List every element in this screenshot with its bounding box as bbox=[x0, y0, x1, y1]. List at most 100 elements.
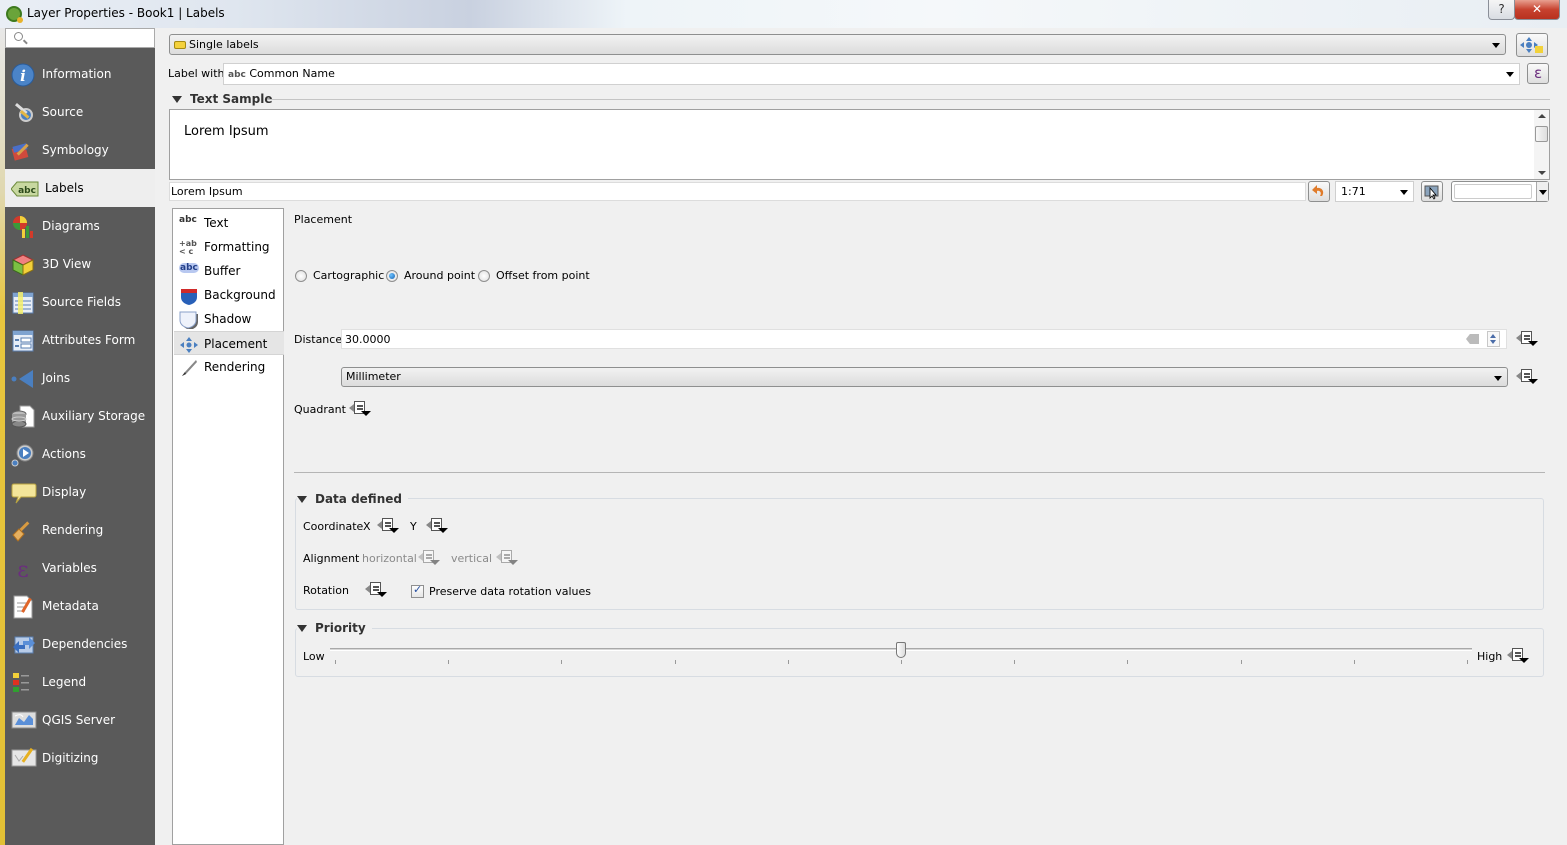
spin-down-icon[interactable] bbox=[1490, 340, 1496, 344]
diagrams-icon bbox=[11, 215, 35, 238]
sidebar-item-joins[interactable]: Joins bbox=[5, 359, 155, 397]
priority-header[interactable]: Priority bbox=[297, 621, 372, 635]
scroll-down-icon[interactable] bbox=[1538, 171, 1546, 175]
vertical-data-defined-button[interactable] bbox=[496, 549, 520, 567]
sidebar-item-metadata[interactable]: Metadata bbox=[5, 587, 155, 625]
divider bbox=[267, 99, 1550, 100]
3d-view-icon bbox=[11, 253, 35, 276]
sidebar-item-labels[interactable]: abc Labels bbox=[5, 169, 155, 207]
sidebar-item-display[interactable]: Display bbox=[5, 473, 155, 511]
placement-mode-radio-around-point[interactable] bbox=[386, 270, 398, 282]
sidebar-item-qgis-server[interactable]: QGIS Server bbox=[5, 701, 155, 739]
tab-placement[interactable]: Placement bbox=[174, 331, 284, 355]
coordinate-x-data-defined-button[interactable] bbox=[377, 517, 401, 535]
sidebar-item-digitizing[interactable]: Digitizing bbox=[5, 739, 155, 777]
sidebar: i Information Source Symbology abc Labels Diag… bbox=[5, 28, 155, 845]
reset-sample-button[interactable] bbox=[1308, 181, 1330, 202]
distance-input[interactable]: 30.0000 bbox=[341, 329, 1507, 349]
buffer-icon: abc bbox=[179, 263, 199, 273]
unit-data-defined-button[interactable] bbox=[1516, 368, 1540, 386]
sidebar-search-input[interactable] bbox=[5, 28, 155, 48]
scroll-up-icon[interactable] bbox=[1538, 114, 1546, 118]
quadrant-data-defined-button[interactable] bbox=[349, 400, 373, 418]
distance-unit-select[interactable]: Millimeter bbox=[341, 367, 1508, 387]
sidebar-item-dependencies[interactable]: Dependencies bbox=[5, 625, 155, 663]
preview-scrollbar[interactable] bbox=[1534, 110, 1549, 179]
coordinate-y-label: Y bbox=[410, 520, 417, 533]
label-with-field-select[interactable]: abc Common Name bbox=[223, 63, 1520, 85]
tab-background[interactable]: Background bbox=[174, 283, 284, 307]
sidebar-item-label: Rendering bbox=[42, 523, 104, 537]
sidebar-item-symbology[interactable]: Symbology bbox=[5, 131, 155, 169]
qgis-logo-icon bbox=[6, 6, 23, 23]
coordinate-y-data-defined-button[interactable] bbox=[426, 517, 450, 535]
color-dropdown-button[interactable] bbox=[1536, 182, 1548, 201]
sidebar-item-auxiliary-storage[interactable]: Auxiliary Storage bbox=[5, 397, 155, 435]
tab-shadow[interactable]: Shadow bbox=[174, 307, 284, 331]
help-button[interactable]: ? bbox=[1488, 0, 1515, 20]
tab-buffer[interactable]: abc Buffer bbox=[174, 259, 284, 283]
sidebar-item-rendering[interactable]: Rendering bbox=[5, 511, 155, 549]
horizontal-data-defined-button[interactable] bbox=[418, 549, 442, 567]
tab-label: Rendering bbox=[204, 360, 266, 374]
priority-data-defined-button[interactable] bbox=[1507, 647, 1531, 665]
slider-handle[interactable] bbox=[896, 642, 906, 658]
auxiliary-storage-icon bbox=[11, 405, 35, 428]
tab-formatting[interactable]: +ab < c Formatting bbox=[174, 235, 284, 259]
tab-rendering[interactable]: Rendering bbox=[174, 355, 284, 379]
collapse-triangle-icon bbox=[297, 625, 307, 632]
spin-up-icon[interactable] bbox=[1490, 334, 1496, 338]
slider-tick bbox=[1127, 660, 1129, 664]
placement-mode-radio-offset-from-point[interactable] bbox=[478, 270, 490, 282]
tab-label: Background bbox=[204, 288, 276, 302]
sidebar-item-attributes-form[interactable]: Attributes Form bbox=[5, 321, 155, 359]
sidebar-item-label: Variables bbox=[42, 561, 97, 575]
preserve-rotation-checkbox[interactable]: ✓ bbox=[411, 583, 424, 598]
sidebar-item-variables[interactable]: ε Variables bbox=[5, 549, 155, 587]
sidebar-item-label: Metadata bbox=[42, 599, 99, 613]
scale-from-map-button[interactable] bbox=[1421, 181, 1443, 202]
distance-spinner[interactable] bbox=[1487, 331, 1500, 347]
sidebar-item-label: Joins bbox=[42, 371, 71, 385]
background-color-select[interactable] bbox=[1451, 181, 1549, 202]
svg-text:< c: < c bbox=[179, 247, 193, 255]
data-defined-header[interactable]: Data defined bbox=[297, 492, 408, 506]
sidebar-item-label: Digitizing bbox=[42, 751, 99, 765]
placement-mode-radio-cartographic[interactable] bbox=[295, 270, 307, 282]
label-mode-value: Single labels bbox=[189, 38, 259, 51]
distance-label: Distance bbox=[294, 333, 343, 346]
text-sample-input[interactable]: Lorem Ipsum bbox=[169, 182, 1306, 201]
placement-mode-label[interactable]: Cartographic bbox=[313, 269, 384, 282]
clear-icon[interactable] bbox=[1466, 334, 1479, 344]
dependencies-icon bbox=[11, 633, 35, 655]
sidebar-item-source-fields[interactable]: Source Fields bbox=[5, 283, 155, 321]
actions-icon bbox=[11, 443, 35, 467]
placement-mode-label[interactable]: Offset from point bbox=[496, 269, 590, 282]
tab-label: Text bbox=[204, 216, 229, 230]
close-button[interactable]: ✕ bbox=[1514, 0, 1560, 20]
placement-mode-label[interactable]: Around point bbox=[404, 269, 475, 282]
sidebar-item-source[interactable]: Source bbox=[5, 93, 155, 131]
vertical-label: vertical bbox=[451, 552, 493, 565]
sidebar-item-diagrams[interactable]: Diagrams bbox=[5, 207, 155, 245]
text-sample-header[interactable]: Text Sample bbox=[172, 92, 272, 106]
text-sample-title: Text Sample bbox=[190, 92, 273, 106]
distance-data-defined-button[interactable] bbox=[1516, 330, 1540, 348]
scrollbar-thumb[interactable] bbox=[1535, 126, 1548, 142]
slider-tick bbox=[448, 660, 450, 664]
rendering-brush-icon bbox=[179, 359, 199, 376]
tab-text[interactable]: abc Text bbox=[174, 211, 284, 235]
sidebar-item-information[interactable]: i Information bbox=[5, 55, 155, 93]
expression-button[interactable]: ε bbox=[1527, 63, 1549, 84]
tab-label: Placement bbox=[204, 337, 268, 351]
label-mode-select[interactable]: Single labels bbox=[169, 34, 1506, 55]
priority-slider[interactable] bbox=[330, 642, 1472, 666]
apply-style-button[interactable] bbox=[1516, 33, 1548, 57]
divider bbox=[294, 472, 1545, 473]
rotation-data-defined-button[interactable] bbox=[365, 581, 389, 599]
sidebar-item-label: Actions bbox=[42, 447, 86, 461]
sidebar-item-3d-view[interactable]: 3D View bbox=[5, 245, 155, 283]
preview-scale-select[interactable]: 1:71 bbox=[1335, 181, 1414, 202]
sidebar-item-legend[interactable]: Legend bbox=[5, 663, 155, 701]
sidebar-item-actions[interactable]: Actions bbox=[5, 435, 155, 473]
